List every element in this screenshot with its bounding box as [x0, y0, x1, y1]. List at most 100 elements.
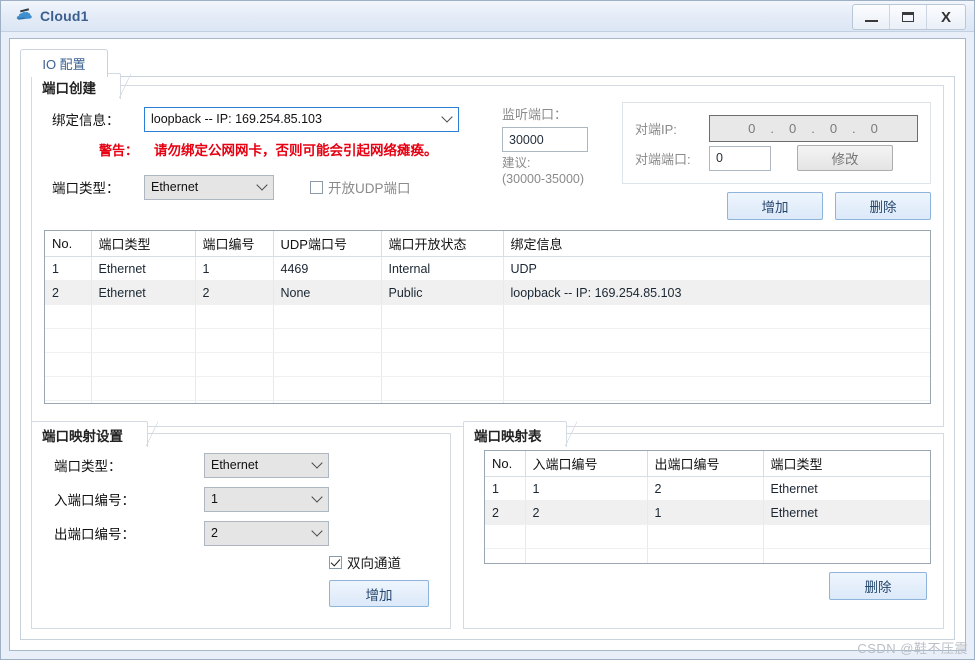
warning-row: 警告： 请勿绑定公网网卡，否则可能会引起网络瘫痪。	[52, 134, 502, 164]
chevron-down-icon	[313, 527, 322, 536]
client-area: IO 配置 端口创建 绑定信息： loopback -- IP: 169.254…	[9, 38, 966, 651]
table-row[interactable]: 1 1 2 Ethernet	[485, 476, 930, 501]
map-in-port-label: 入端口编号：	[54, 493, 135, 508]
port-table-header-row: No. 端口类型 端口编号 UDP端口号 端口开放状态 绑定信息	[45, 231, 930, 257]
port-type-combo[interactable]: Ethernet	[144, 174, 274, 200]
port-th-type: 端口类型	[91, 231, 196, 257]
cell: 1	[485, 476, 526, 501]
binding-combo[interactable]: loopback -- IP: 169.254.85.103	[144, 106, 459, 132]
map-table-body: No. 入端口编号 出端口编号 端口类型 1 1 2 Ethernet 2 2 …	[464, 434, 943, 610]
port-th-state: 端口开放状态	[381, 231, 504, 257]
window-controls: X	[852, 4, 966, 30]
map-port-type-label: 端口类型：	[54, 459, 122, 474]
chevron-down-icon	[313, 493, 322, 502]
listen-port-label: 监听端口：	[502, 107, 568, 122]
cell: Ethernet	[763, 476, 930, 501]
peer-port-label: 对端端口:	[635, 151, 691, 167]
map-out-port-combo[interactable]: 2	[204, 520, 329, 546]
port-th-binding: 绑定信息	[503, 231, 930, 257]
cell: 2	[195, 280, 274, 305]
map-out-port-value: 2	[211, 526, 218, 540]
table-row-empty[interactable]	[45, 376, 930, 401]
app-window: Cloud1 X IO 配置 端口创建 绑定信息： loopback -- IP…	[0, 0, 975, 660]
map-table-header-row: No. 入端口编号 出端口编号 端口类型	[485, 451, 930, 477]
map-table-actions: 删除	[484, 572, 931, 600]
map-table-group: 端口映射表 No. 入端口编号 出端口编号 端口类型 1 1 2 Etherne…	[463, 421, 944, 629]
bidirectional-checkbox[interactable]: 双向通道	[329, 552, 401, 572]
cell: 2	[647, 476, 764, 501]
cloud-icon	[15, 6, 35, 26]
peer-ip-field[interactable]: 0 . 0 . 0 . 0	[709, 114, 918, 142]
map-in-port-combo[interactable]: 1	[204, 486, 329, 512]
cell: 1	[45, 256, 92, 281]
chevron-down-icon	[313, 459, 322, 468]
ip-dot-1: .	[770, 120, 775, 136]
listen-port-input[interactable]: 30000	[502, 127, 588, 152]
cell: Public	[381, 280, 504, 305]
warning-text: 请勿绑定公网网卡，否则可能会引起网络瘫痪。	[154, 143, 438, 158]
map-th-in: 入端口编号	[525, 451, 648, 477]
table-row-empty[interactable]	[45, 352, 930, 377]
modify-button[interactable]: 修改	[797, 145, 893, 171]
cell: 4469	[273, 256, 382, 281]
listen-port-column: 监听端口： 30000 建议: (30000-35000)	[502, 102, 622, 187]
udp-port-checkbox[interactable]: 开放UDP端口	[310, 177, 411, 197]
tab-pane-io-config: 端口创建 绑定信息： loopback -- IP: 169.254.85.10…	[20, 73, 955, 640]
close-button[interactable]: X	[927, 5, 965, 29]
port-type-row: 端口类型： Ethernet 开放UDP端口	[52, 172, 502, 202]
maximize-button[interactable]	[890, 5, 927, 29]
table-row[interactable]: 1 Ethernet 1 4469 Internal UDP	[45, 256, 930, 281]
bottom-area: 端口映射设置 端口类型： Ethernet 入端口编号： 1 出端口编号： 2 …	[31, 421, 944, 629]
bidirectional-label: 双向通道	[347, 556, 401, 571]
peer-ip-row: 对端IP: 0 . 0 . 0 . 0	[635, 113, 918, 143]
peer-port-row: 对端端口: 0 修改	[635, 143, 918, 173]
table-row-empty[interactable]	[45, 328, 930, 353]
map-out-port-row: 出端口编号： 2	[44, 516, 438, 550]
cell: None	[273, 280, 382, 305]
table-row-empty[interactable]	[485, 548, 930, 563]
table-row-empty[interactable]	[45, 400, 930, 403]
tab-io-config[interactable]: IO 配置	[20, 49, 108, 77]
port-table-wrap[interactable]: No. 端口类型 端口编号 UDP端口号 端口开放状态 绑定信息 1 Ether…	[44, 230, 931, 404]
port-create-left-column: 绑定信息： loopback -- IP: 169.254.85.103 警告：…	[44, 102, 502, 202]
checkbox-box-icon	[310, 180, 323, 194]
port-type-combo-value: Ethernet	[151, 180, 199, 194]
cell: 1	[647, 500, 764, 525]
map-delete-button[interactable]: 删除	[829, 572, 927, 600]
binding-label: 绑定信息：	[52, 113, 120, 128]
peer-port-input[interactable]: 0	[709, 145, 771, 171]
map-add-row: 增加	[44, 580, 438, 607]
minimize-button[interactable]	[853, 5, 890, 29]
bidirectional-row: 双向通道	[44, 552, 438, 572]
port-type-label: 端口类型：	[52, 181, 120, 196]
map-in-port-row: 入端口编号： 1	[44, 482, 438, 516]
map-port-type-row: 端口类型： Ethernet	[44, 448, 438, 482]
port-create-body: 绑定信息： loopback -- IP: 169.254.85.103 警告：…	[32, 86, 943, 414]
port-th-number: 端口编号	[195, 231, 274, 257]
cell: UDP	[503, 256, 930, 281]
cell: 2	[485, 500, 526, 525]
map-add-button[interactable]: 增加	[329, 580, 429, 607]
table-row[interactable]: 2 2 1 Ethernet	[485, 500, 930, 525]
port-create-actions: 增加 删除	[622, 192, 931, 220]
cell: 2	[525, 500, 648, 525]
peer-ip-octet-2: 0	[788, 120, 798, 136]
table-row[interactable]: 2 Ethernet 2 None Public loopback -- IP:…	[45, 280, 930, 305]
map-th-type: 端口类型	[763, 451, 930, 477]
port-create-group: 端口创建 绑定信息： loopback -- IP: 169.254.85.10…	[31, 73, 944, 427]
map-table: No. 入端口编号 出端口编号 端口类型 1 1 2 Ethernet 2 2 …	[485, 451, 930, 563]
map-table-wrap[interactable]: No. 入端口编号 出端口编号 端口类型 1 1 2 Ethernet 2 2 …	[484, 450, 931, 564]
listen-port-value: 30000	[509, 132, 544, 147]
table-row-empty[interactable]	[485, 524, 930, 549]
map-out-port-label: 出端口编号：	[54, 527, 135, 542]
table-row-empty[interactable]	[45, 304, 930, 329]
ip-dot-2: .	[811, 120, 816, 136]
map-table-legend: 端口映射表	[463, 421, 576, 447]
map-port-type-combo[interactable]: Ethernet	[204, 452, 329, 478]
peer-port-value: 0	[716, 151, 723, 165]
delete-port-button[interactable]: 删除	[835, 192, 931, 220]
map-in-port-value: 1	[211, 492, 218, 506]
add-port-button[interactable]: 增加	[727, 192, 823, 220]
cell: Ethernet	[763, 500, 930, 525]
peer-ip-octet-3: 0	[829, 120, 839, 136]
